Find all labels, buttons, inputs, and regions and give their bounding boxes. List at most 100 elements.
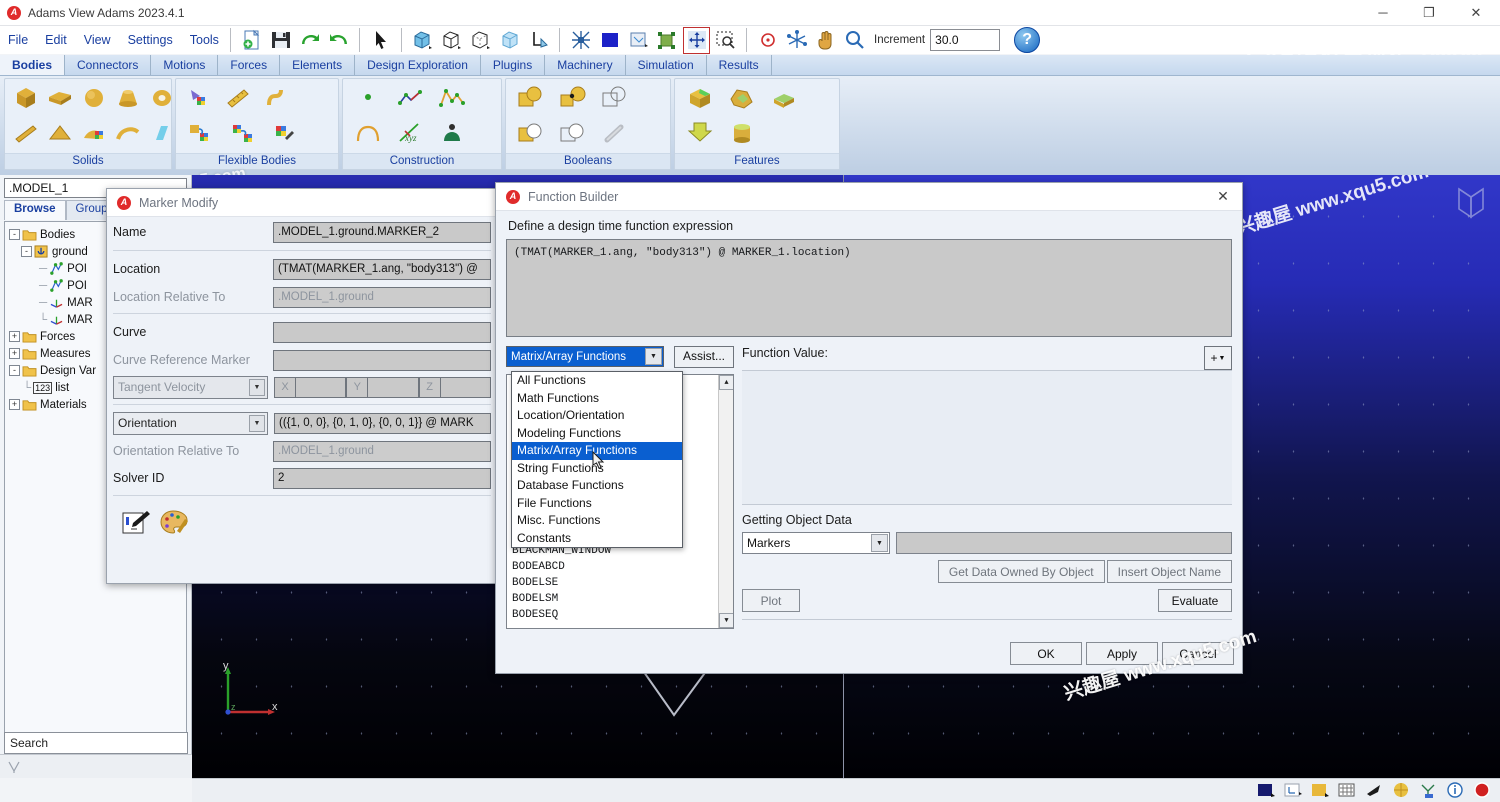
tab-motions[interactable]: Motions bbox=[151, 55, 219, 75]
solid-link-icon[interactable] bbox=[11, 118, 41, 149]
render-settings-icon[interactable] bbox=[625, 27, 652, 54]
tree-expander[interactable]: + bbox=[9, 331, 20, 342]
chevron-down-icon[interactable]: ▼ bbox=[871, 534, 888, 552]
boolean-merge-icon[interactable] bbox=[554, 82, 592, 113]
marker-curve-input[interactable] bbox=[273, 321, 491, 343]
menu-item-tools[interactable]: Tools bbox=[182, 31, 227, 49]
solid-extrusion-icon[interactable] bbox=[45, 118, 75, 149]
function-category-dropdown[interactable]: All Functions Math Functions Location/Or… bbox=[511, 371, 683, 548]
status-axes-icon[interactable] bbox=[1281, 781, 1305, 800]
search-input[interactable]: Search bbox=[4, 732, 188, 754]
chevron-down-icon[interactable]: ▼ bbox=[249, 378, 265, 396]
tab-design-exploration[interactable]: Design Exploration bbox=[355, 55, 481, 75]
construction-spline-icon[interactable] bbox=[433, 82, 471, 113]
plot-button[interactable]: Plot bbox=[742, 589, 800, 612]
status-grid-icon[interactable] bbox=[1335, 781, 1359, 800]
tab-plugins[interactable]: Plugins bbox=[481, 55, 546, 75]
rotate-view-icon[interactable] bbox=[783, 27, 810, 54]
add-expression-button[interactable]: + ▼ bbox=[1204, 346, 1232, 370]
function-category-select[interactable]: Matrix/Array Functions ▼ bbox=[506, 346, 664, 367]
assist-button[interactable]: Assist... bbox=[674, 346, 734, 368]
edit-appearance-icon[interactable] bbox=[121, 509, 151, 537]
flex-create-icon[interactable] bbox=[182, 82, 217, 113]
close-icon[interactable]: ✕ bbox=[1452, 0, 1500, 26]
select-pointer-icon[interactable] bbox=[367, 27, 394, 54]
marker-name-input[interactable]: .MODEL_1.ground.MARKER_2 bbox=[273, 221, 491, 243]
render-mode-icon[interactable] bbox=[496, 27, 523, 54]
fb-close-icon[interactable]: ✕ bbox=[1210, 186, 1236, 208]
tree-expander[interactable]: + bbox=[9, 348, 20, 359]
boolean-subtract-icon[interactable] bbox=[596, 82, 634, 113]
rotate-center-icon[interactable] bbox=[754, 27, 781, 54]
object-name-input[interactable] bbox=[896, 532, 1232, 554]
status-info-icon[interactable] bbox=[1443, 781, 1467, 800]
tree-expander[interactable]: - bbox=[9, 365, 20, 376]
boolean-chain-icon[interactable] bbox=[596, 118, 634, 149]
color-swatch-icon[interactable] bbox=[596, 27, 623, 54]
dropdown-option-location-orientation[interactable]: Location/Orientation bbox=[512, 407, 682, 425]
orientation-select[interactable]: Orientation ▼ bbox=[113, 411, 268, 435]
solid-plate-icon[interactable] bbox=[45, 82, 75, 113]
feature-chamfer-icon[interactable] bbox=[681, 82, 719, 113]
redo-icon[interactable] bbox=[325, 27, 352, 54]
solid-sphere-icon[interactable] bbox=[79, 82, 109, 113]
status-stop-icon[interactable] bbox=[1470, 781, 1494, 800]
cancel-button[interactable]: Cancel bbox=[1162, 642, 1234, 665]
function-list-item[interactable]: BODELSM bbox=[507, 591, 733, 607]
tree-expander[interactable]: - bbox=[21, 246, 32, 257]
z-input[interactable] bbox=[440, 376, 491, 398]
feature-hollow-icon[interactable] bbox=[723, 82, 761, 113]
feature-cylinder-icon[interactable] bbox=[723, 118, 761, 149]
y-input[interactable] bbox=[368, 376, 419, 398]
save-icon[interactable] bbox=[267, 27, 294, 54]
evaluate-button[interactable]: Evaluate bbox=[1158, 589, 1232, 612]
solid-frustum-icon[interactable] bbox=[113, 82, 143, 113]
translate-icon[interactable] bbox=[683, 26, 710, 54]
coordinate-system-icon[interactable] bbox=[525, 27, 552, 54]
function-list-item[interactable]: BODELSE bbox=[507, 575, 733, 591]
undo-icon[interactable] bbox=[296, 27, 323, 54]
menu-item-view[interactable]: View bbox=[76, 31, 119, 49]
get-data-owned-by-object-button[interactable]: Get Data Owned By Object bbox=[937, 560, 1105, 583]
flex-beam-icon[interactable] bbox=[259, 82, 294, 113]
scroll-down-icon[interactable]: ▼ bbox=[719, 613, 733, 628]
chevron-down-icon[interactable]: ▼ bbox=[1219, 355, 1226, 362]
menu-item-edit[interactable]: Edit bbox=[37, 31, 75, 49]
dropdown-option-modeling-functions[interactable]: Modeling Functions bbox=[512, 425, 682, 443]
browser-tab-browse[interactable]: Browse bbox=[4, 200, 66, 220]
dropdown-option-misc-functions[interactable]: Misc. Functions bbox=[512, 512, 682, 530]
chevron-down-icon[interactable]: ▼ bbox=[645, 348, 662, 365]
orientation-value-input[interactable]: (({1, 0, 0}, {0, 1, 0}, {0, 0, 1}} @ MAR… bbox=[274, 412, 491, 434]
object-type-select[interactable]: Markers ▼ bbox=[742, 532, 890, 554]
construction-arc-icon[interactable] bbox=[349, 118, 387, 149]
construction-polyline-icon[interactable] bbox=[391, 82, 429, 113]
flex-ruler-icon[interactable] bbox=[221, 82, 256, 113]
hidden-line-view-icon[interactable] bbox=[467, 27, 494, 54]
boolean-unite-icon[interactable] bbox=[512, 82, 550, 113]
fb-expression-textarea[interactable]: (TMAT(MARKER_1.ang, "body313") @ MARKER_… bbox=[506, 239, 1232, 337]
x-input[interactable] bbox=[296, 376, 347, 398]
solid-revolution-icon[interactable] bbox=[79, 118, 109, 149]
function-list-scrollbar[interactable]: ▲ ▼ bbox=[718, 375, 733, 628]
status-connection-icon[interactable] bbox=[1416, 781, 1440, 800]
tab-machinery[interactable]: Machinery bbox=[545, 55, 626, 75]
dropdown-option-database-functions[interactable]: Database Functions bbox=[512, 477, 682, 495]
insert-object-name-button[interactable]: Insert Object Name bbox=[1106, 560, 1232, 583]
construction-xyz-axes-icon[interactable]: xyz bbox=[391, 118, 429, 149]
scroll-up-icon[interactable]: ▲ bbox=[719, 375, 733, 390]
flex-swap-icon[interactable] bbox=[224, 118, 262, 149]
ok-button[interactable]: OK bbox=[1010, 642, 1082, 665]
construction-marker-icon[interactable] bbox=[349, 82, 387, 113]
grid-snap-icon[interactable] bbox=[567, 27, 594, 54]
chevron-down-icon[interactable]: ▼ bbox=[249, 414, 265, 432]
boolean-split-icon[interactable] bbox=[554, 118, 592, 149]
status-sphere-icon[interactable] bbox=[1389, 781, 1413, 800]
function-list-item[interactable]: BODEABCD bbox=[507, 559, 733, 575]
feature-fillet-icon[interactable] bbox=[765, 82, 803, 113]
flexible-body-icon[interactable] bbox=[654, 27, 681, 54]
increment-input[interactable]: 30.0 bbox=[930, 29, 1001, 51]
tab-forces[interactable]: Forces bbox=[218, 55, 281, 75]
tab-elements[interactable]: Elements bbox=[280, 55, 356, 75]
tree-expander[interactable]: - bbox=[9, 229, 20, 240]
tab-bodies[interactable]: Bodies bbox=[0, 55, 66, 75]
